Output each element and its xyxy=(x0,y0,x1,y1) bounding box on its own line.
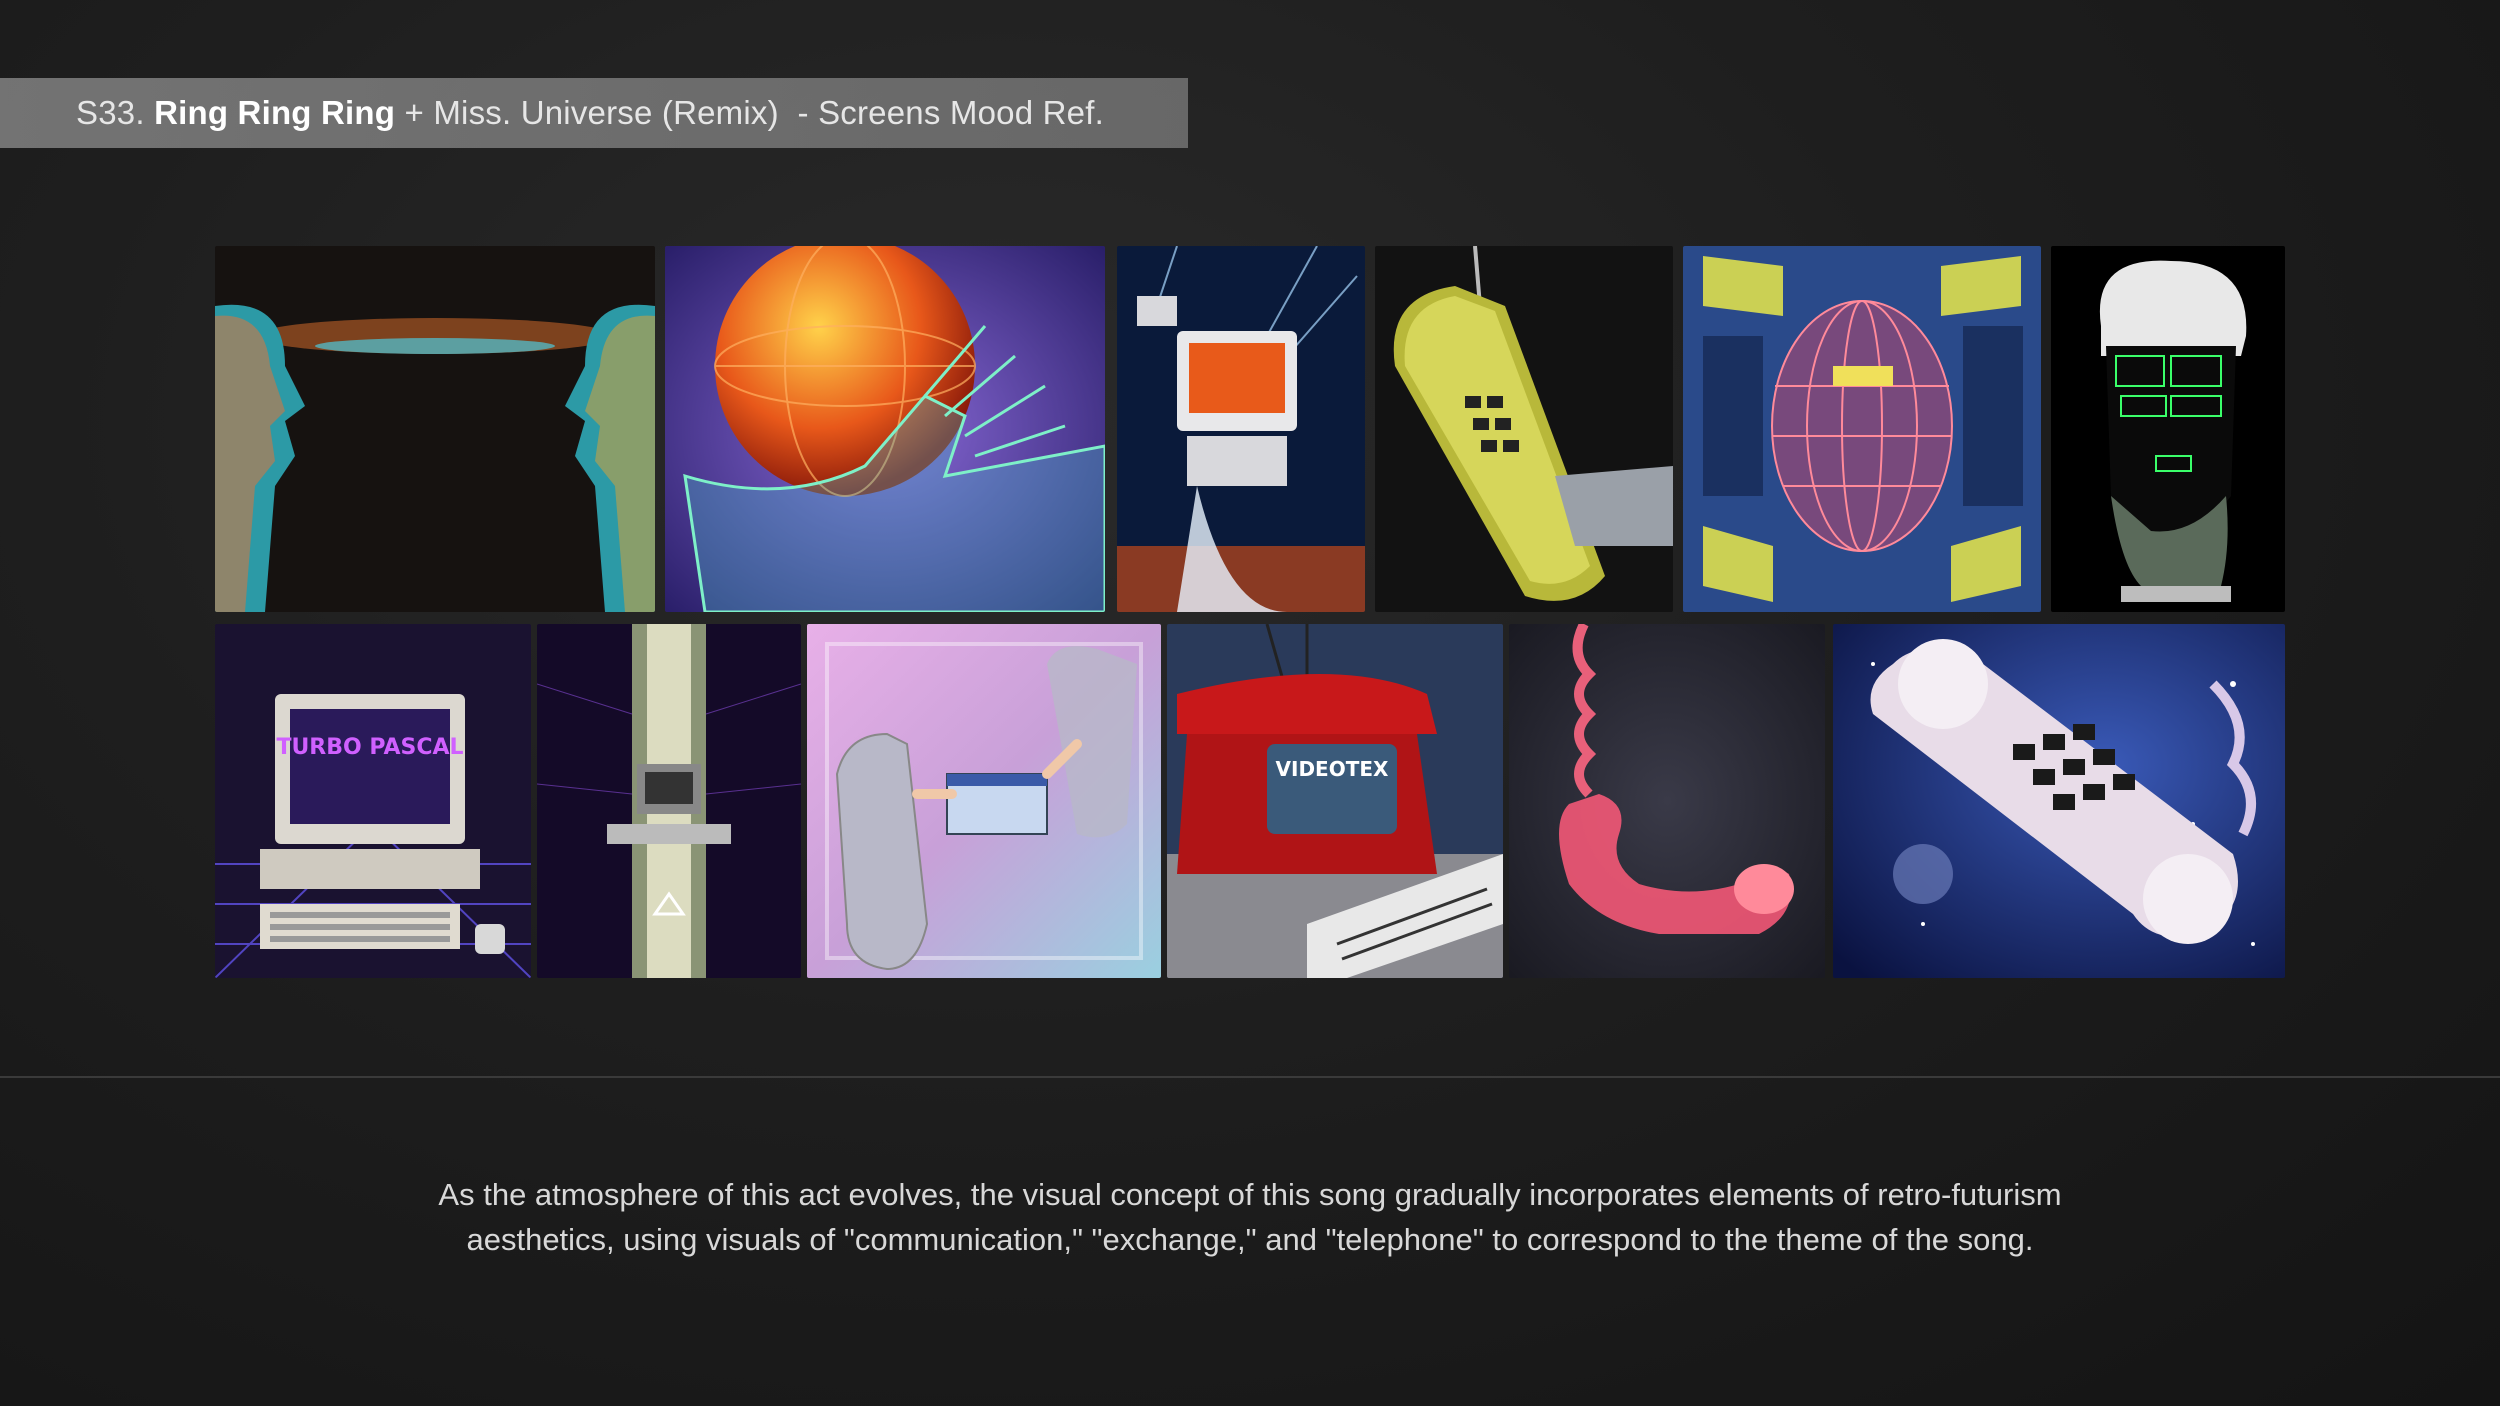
mood-image-portal-computer xyxy=(537,624,801,978)
mood-image-flying-computer xyxy=(1117,246,1365,612)
mood-image-nokia-hands xyxy=(807,624,1161,978)
turbo-pascal-screen-text: TURBO PASCAL xyxy=(276,735,463,760)
slide-title-bar: S33. Ring Ring Ring + Miss. Universe (Re… xyxy=(0,78,1188,148)
mood-image-bust-display xyxy=(2051,246,2285,612)
mood-image-space-telephone xyxy=(1833,624,2285,978)
mood-image-faces xyxy=(215,246,655,612)
caption-line-1: As the atmosphere of this act evolves, t… xyxy=(438,1177,2062,1212)
title-prefix: S33. xyxy=(76,94,155,131)
mood-image-globe-hands xyxy=(665,246,1105,612)
section-divider xyxy=(0,1076,2500,1078)
mood-image-wireframe-head xyxy=(1683,246,2041,612)
title-song: Ring Ring Ring xyxy=(154,94,396,131)
caption-line-2: aesthetics, using visuals of "communicat… xyxy=(466,1222,2034,1257)
title-suffix: + Miss. Universe (Remix) - Screens Mood … xyxy=(395,94,1104,131)
slide-caption: As the atmosphere of this act evolves, t… xyxy=(300,1172,2200,1262)
videotex-screen-text: VIDEOTEX xyxy=(1276,757,1389,781)
mood-image-red-receiver xyxy=(1509,624,1825,978)
mood-image-phone-handset xyxy=(1375,246,1673,612)
mood-image-turbo-pascal-computer: TURBO PASCAL xyxy=(215,624,531,978)
mood-image-videotex-phone: VIDEOTEX xyxy=(1167,624,1503,978)
